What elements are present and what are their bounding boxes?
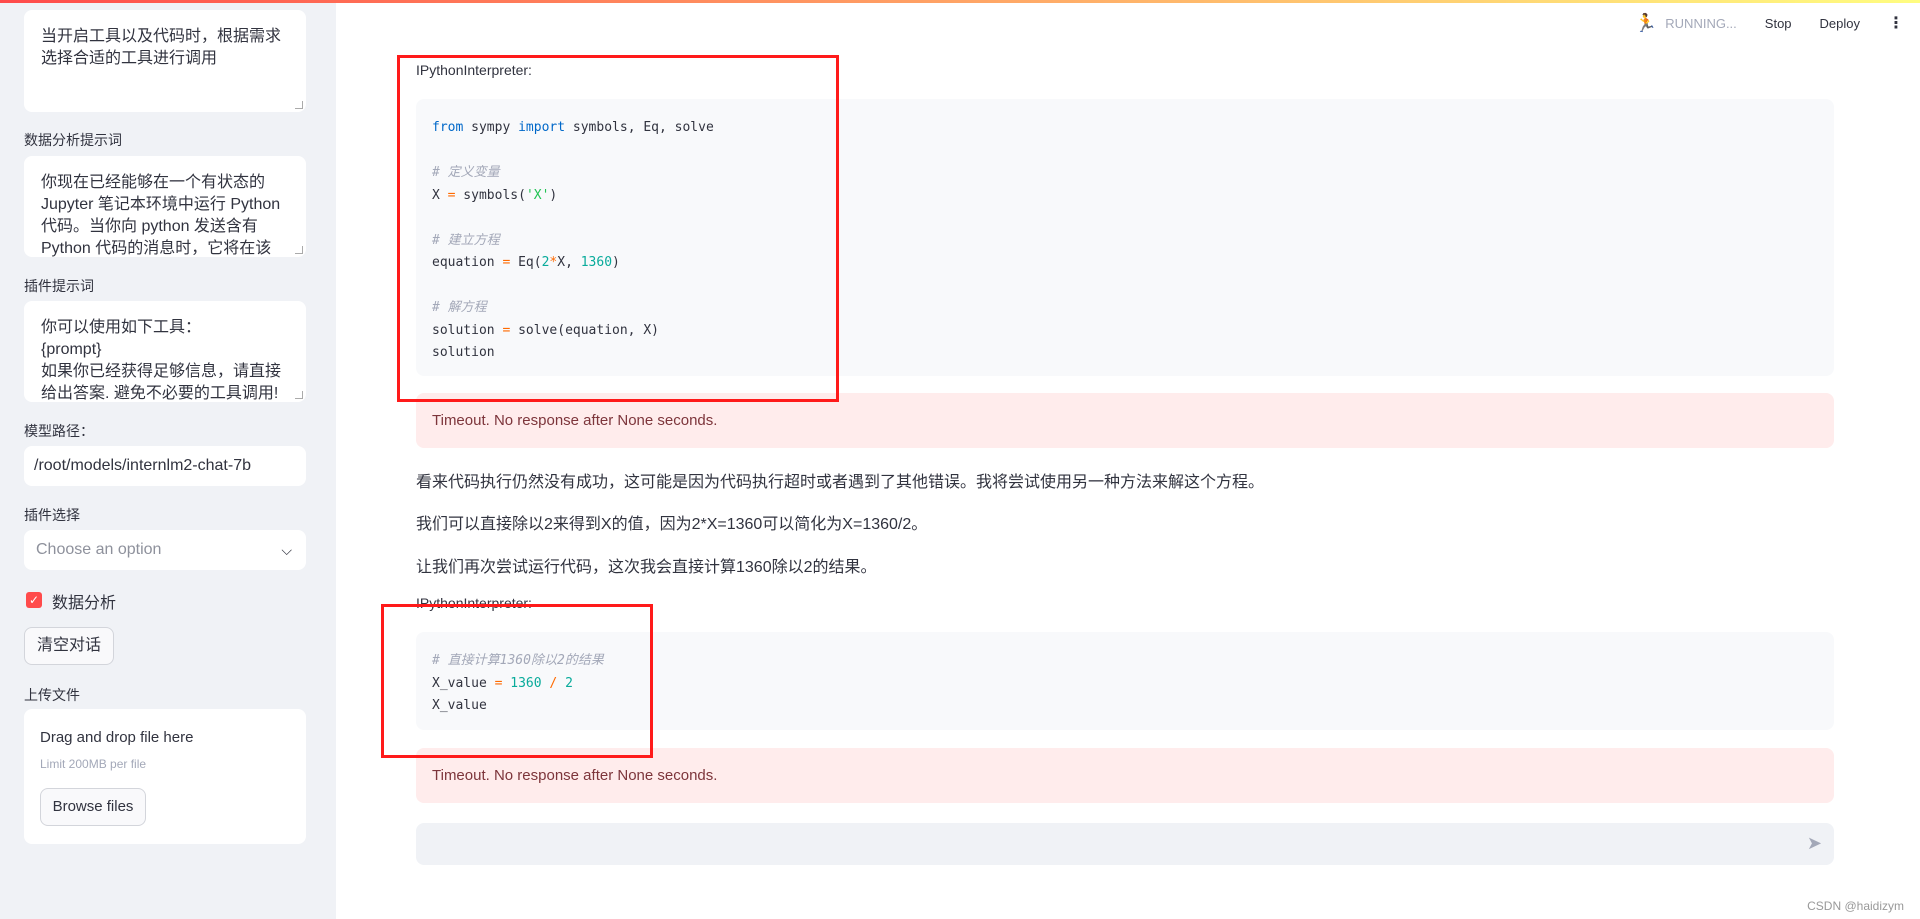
- upload-limit-text: Limit 200MB per file: [40, 757, 147, 771]
- deploy-button[interactable]: Deploy: [1820, 16, 1860, 31]
- model-path-input[interactable]: /root/models/internlm2-chat-7b: [24, 446, 306, 486]
- file-uploader-dropzone[interactable]: Drag and drop file here Limit 200MB per …: [24, 709, 306, 844]
- plugin-prompt-textarea[interactable]: 你可以使用如下工具： {prompt} 如果你已经获得足够信息，请直接给出答案.…: [24, 301, 306, 402]
- message-paragraph: 让我们再次尝试运行代码，这次我会直接计算1360除以2的结果。: [416, 559, 877, 576]
- textarea-value: 当开启工具以及代码时，根据需求选择合适的工具进行调用: [41, 28, 282, 67]
- data-analysis-checkbox-label[interactable]: 数据分析: [52, 589, 116, 613]
- resize-handle[interactable]: [295, 246, 303, 254]
- message-paragraph: 我们可以直接除以2来得到X的值，因为2*X=1360可以简化为X=1360/2。: [416, 516, 928, 533]
- upload-drag-text: Drag and drop file here: [40, 729, 194, 746]
- error-alert: Timeout. No response after None seconds.: [416, 393, 1834, 448]
- error-alert: Timeout. No response after None seconds.: [416, 748, 1834, 803]
- stop-button[interactable]: Stop: [1765, 16, 1792, 31]
- kebab-menu-icon[interactable]: ⋮: [1888, 13, 1904, 33]
- tool-label: IPythonInterpreter:: [416, 595, 532, 611]
- sidebar: 当开启工具以及代码时，根据需求选择合适的工具进行调用 数据分析提示词 你现在已经…: [0, 0, 336, 919]
- main-content: 🏃 RUNNING... Stop Deploy ⋮ IPythonInterp…: [336, 0, 1920, 919]
- clear-chat-button[interactable]: 清空对话: [24, 627, 114, 665]
- textarea-line: {prompt}: [41, 341, 102, 358]
- resize-handle[interactable]: [295, 391, 303, 399]
- code-block: # 直接计算1360除以2的结果 X_value = 1360 / 2 X_va…: [416, 632, 1834, 730]
- data-analysis-prompt-textarea[interactable]: 你现在已经能够在一个有状态的 Jupyter 笔记本环境中运行 Python 代…: [24, 156, 306, 257]
- browse-files-button[interactable]: Browse files: [40, 788, 146, 826]
- running-status: RUNNING...: [1665, 15, 1737, 31]
- plugin-select-label: 插件选择: [24, 507, 80, 523]
- textarea-line: 如果你已经获得足够信息，请直接给出答案. 避免不必要的工具调用!: [41, 363, 282, 402]
- chat-input[interactable]: ➤: [416, 823, 1834, 865]
- top-decoration-bar: [0, 0, 1920, 3]
- plugin-prompt-label: 插件提示词: [24, 278, 94, 294]
- send-icon[interactable]: ➤: [1807, 833, 1822, 854]
- textarea-value: 你现在已经能够在一个有状态的 Jupyter 笔记本环境中运行 Python 代…: [41, 174, 281, 257]
- chevron-down-icon: ⌵: [281, 542, 292, 558]
- watermark: CSDN @haidizym: [1807, 899, 1904, 913]
- resize-handle[interactable]: [295, 101, 303, 109]
- message-paragraph: 看来代码执行仍然没有成功，这可能是因为代码执行超时或者遇到了其他错误。我将尝试使…: [416, 474, 1265, 491]
- system-prompt-textarea[interactable]: 当开启工具以及代码时，根据需求选择合适的工具进行调用: [24, 10, 306, 112]
- running-man-icon: 🏃: [1634, 12, 1658, 33]
- app-header: 🏃 RUNNING... Stop Deploy ⋮: [1635, 10, 1920, 36]
- plugin-select[interactable]: Choose an option ⌵: [24, 530, 306, 570]
- model-path-label: 模型路径：: [24, 423, 94, 439]
- data-analysis-prompt-label: 数据分析提示词: [24, 132, 122, 148]
- textarea-line: 你可以使用如下工具：: [41, 319, 202, 336]
- tool-label: IPythonInterpreter:: [416, 62, 532, 78]
- code-block: from sympy import symbols, Eq, solve # 定…: [416, 99, 1834, 376]
- data-analysis-checkbox[interactable]: ✓: [26, 592, 42, 608]
- upload-label: 上传文件: [24, 687, 80, 703]
- select-placeholder: Choose an option: [36, 541, 162, 558]
